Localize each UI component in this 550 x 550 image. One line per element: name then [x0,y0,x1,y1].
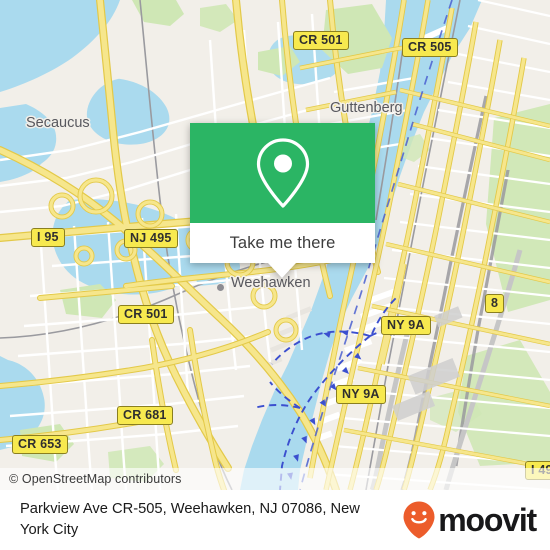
popup-image-header [190,123,375,223]
shield-i-95: I 95 [31,228,65,247]
moovit-logo[interactable]: moovit [402,500,537,540]
shield-cr-501-north: CR 501 [293,31,349,50]
shield-8: 8 [485,294,505,313]
moovit-map-screenshot: Secaucus Guttenberg Weehawken CR 501 CR … [0,0,550,550]
take-me-there-button[interactable]: Take me there [190,223,375,263]
address-text: Parkview Ave CR-505, Weehawken, NJ 07086… [20,501,360,538]
shield-cr-653: CR 653 [12,435,68,454]
shield-ny-9a-lower: NY 9A [336,385,386,404]
take-me-there-label: Take me there [229,233,336,252]
moovit-smiley-pin-icon [403,501,435,539]
popup-pointer-tail [268,263,296,278]
shield-nj-495: NJ 495 [124,229,178,248]
osm-attribution[interactable]: © OpenStreetMap contributors [0,468,550,490]
location-pin-icon [256,138,309,208]
weehawken-city-dot [216,283,225,292]
shield-ny-9a-upper: NY 9A [381,316,431,335]
location-popup-card[interactable]: Take me there [190,123,375,278]
shield-cr-505: CR 505 [402,38,458,57]
footer-bar: Parkview Ave CR-505, Weehawken, NJ 07086… [0,490,550,550]
shield-cr-681: CR 681 [117,406,173,425]
moovit-wordmark: moovit [438,502,537,538]
shield-cr-501-west: CR 501 [118,305,174,324]
